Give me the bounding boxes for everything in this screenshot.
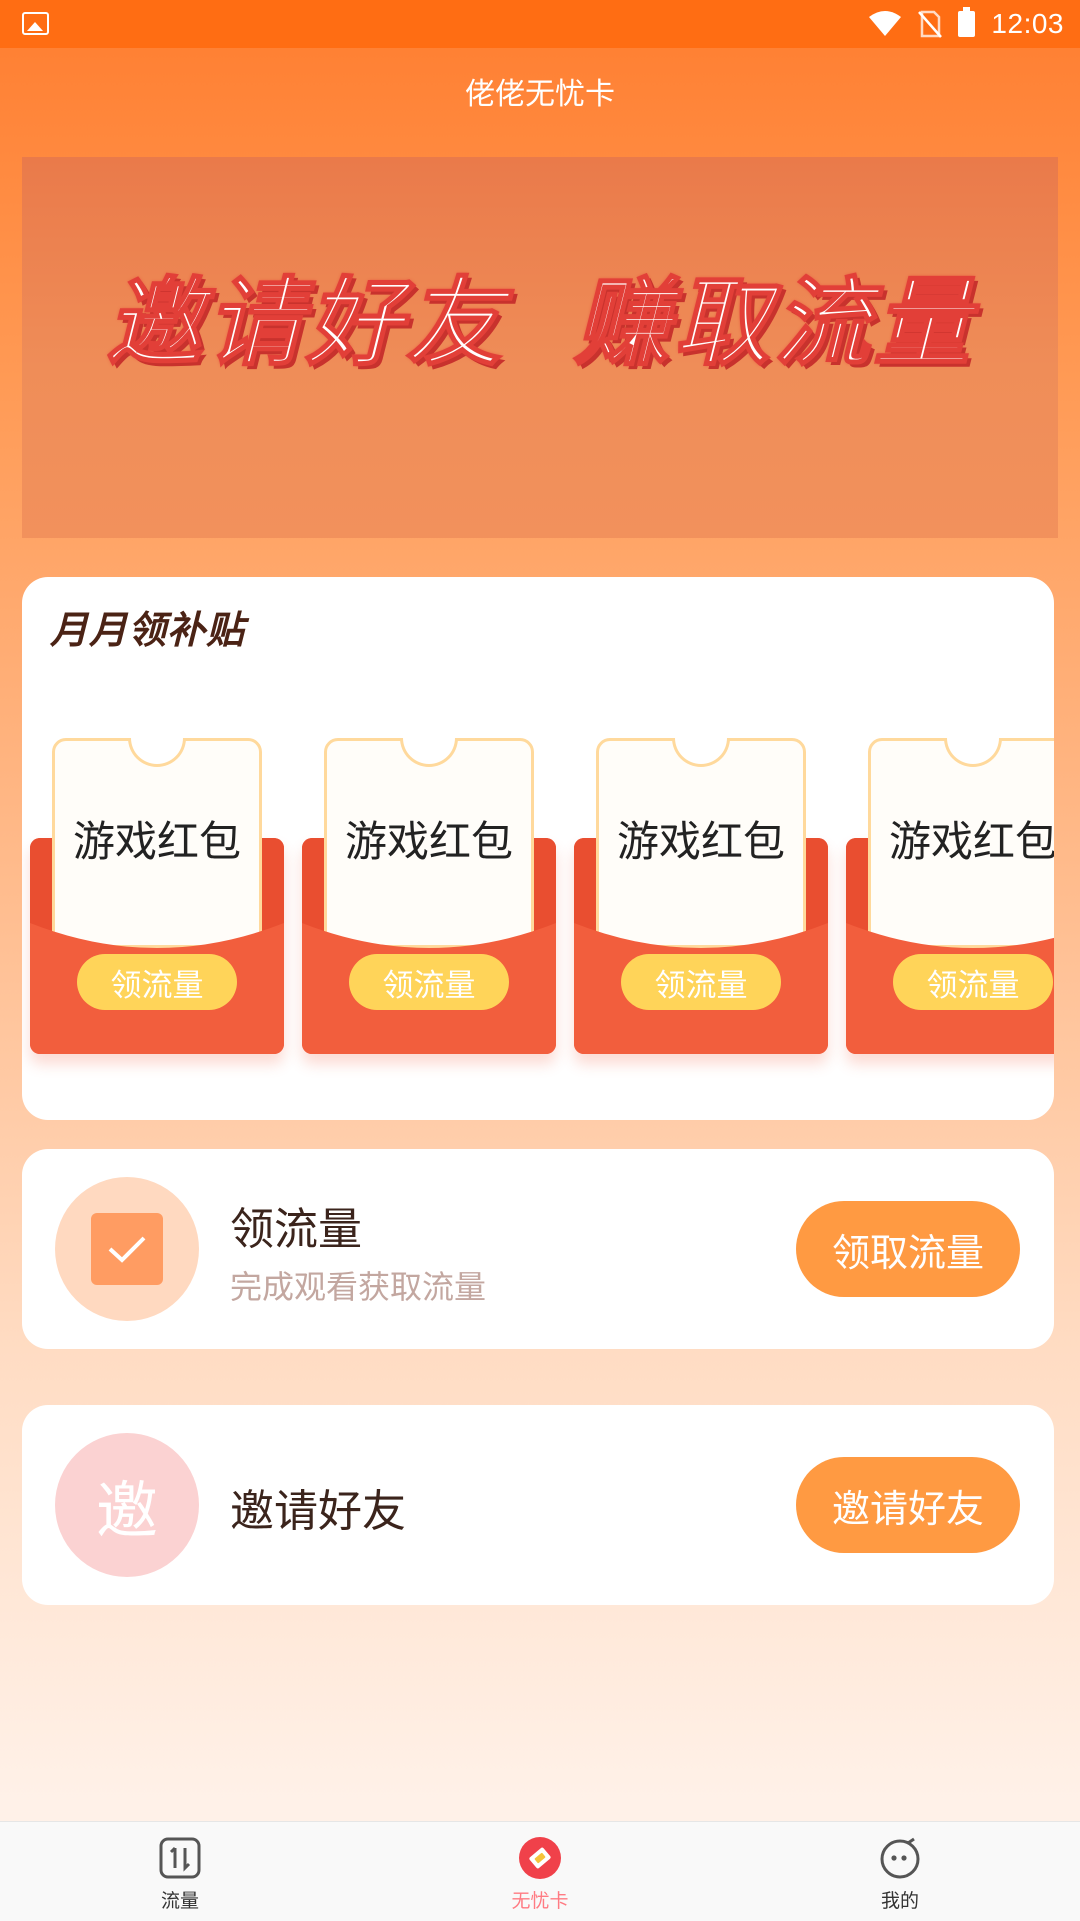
- gallery-icon: [22, 12, 49, 35]
- invite-icon-char: 邀: [95, 1474, 158, 1547]
- profile-face-icon: [880, 1837, 920, 1879]
- claim-flow-action-button[interactable]: 领取流量: [796, 1201, 1020, 1297]
- subsidy-card: 游戏红包 领流量 游戏红包 领流量 游戏红包 领流量 游戏红包 领流量 月月领补…: [22, 577, 1054, 1120]
- traffic-icon: [159, 1837, 201, 1879]
- task-claim-flow: 领流量 完成观看获取流量 领取流量: [22, 1149, 1054, 1349]
- status-icons: 12:03: [868, 0, 1064, 48]
- nav-item-mine[interactable]: 我的: [800, 1822, 1000, 1921]
- claim-flow-button[interactable]: 领流量: [77, 954, 237, 1010]
- red-packet-item[interactable]: 游戏红包 领流量: [302, 738, 556, 1054]
- packet-name: 游戏红包: [72, 817, 241, 866]
- task-title: 邀请好友: [230, 1486, 406, 1537]
- card-icon: [519, 1837, 561, 1879]
- task-subtitle: 完成观看获取流量: [230, 1268, 487, 1306]
- nav-label: 无忧卡: [511, 1890, 569, 1912]
- invite-icon: 邀: [55, 1433, 199, 1577]
- task-invite-friends: 邀 邀请好友 邀请好友: [22, 1405, 1054, 1605]
- banner-text-left: 邀请好友: [105, 266, 506, 380]
- packet-name: 游戏红包: [344, 817, 513, 866]
- header: 佬佬无忧卡: [0, 48, 1080, 134]
- clock: 12:03: [991, 8, 1064, 39]
- page-title: 佬佬无忧卡: [465, 77, 615, 112]
- nav-item-traffic[interactable]: 流量: [80, 1822, 280, 1921]
- wifi-icon: [869, 11, 902, 36]
- nav-label: 我的: [880, 1890, 919, 1912]
- subsidy-title: 月月领补贴: [50, 608, 246, 652]
- packet-name: 游戏红包: [888, 817, 1054, 866]
- claim-flow-button[interactable]: 领流量: [349, 954, 509, 1010]
- subsidy-carousel[interactable]: 游戏红包 领流量 游戏红包 领流量 游戏红包 领流量 游戏红包 领流量: [22, 577, 1054, 1120]
- invite-friends-button[interactable]: 邀请好友: [796, 1457, 1020, 1553]
- banner-text-right: 赚取流量: [573, 266, 974, 380]
- banner-headline: 邀请好友 赚取流量: [22, 245, 1058, 384]
- red-packet-item[interactable]: 游戏红包 领流量: [30, 738, 284, 1054]
- claim-flow-button[interactable]: 领流量: [893, 954, 1053, 1010]
- claim-flow-button[interactable]: 领流量: [621, 954, 781, 1010]
- task-icon-circle: [55, 1177, 199, 1321]
- check-icon: [91, 1213, 163, 1285]
- promo-banner[interactable]: 邀请好友 赚取流量: [22, 157, 1058, 538]
- status-bar: 12:03: [0, 0, 1080, 48]
- red-packet-item[interactable]: 游戏红包 领流量: [574, 738, 828, 1054]
- task-title: 领流量: [230, 1204, 362, 1255]
- battery-icon: [958, 7, 976, 37]
- red-packet-item[interactable]: 游戏红包 领流量: [846, 738, 1054, 1054]
- nav-label: 流量: [160, 1890, 199, 1912]
- packet-name: 游戏红包: [616, 817, 785, 866]
- no-sim-icon: [918, 10, 943, 38]
- nav-item-card[interactable]: 无忧卡: [440, 1822, 640, 1921]
- bottom-nav: 流量 无忧卡 我的: [0, 1821, 1080, 1921]
